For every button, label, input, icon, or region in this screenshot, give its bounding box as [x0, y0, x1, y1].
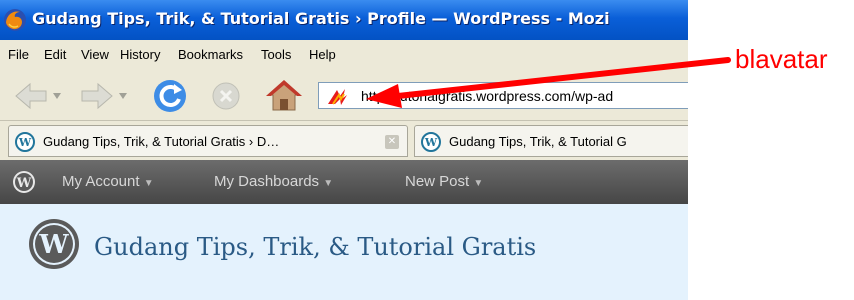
- blog-title[interactable]: Gudang Tips, Trik, & Tutorial Gratis: [94, 233, 536, 261]
- tab-profile[interactable]: W Gudang Tips, Trik, & Tutorial G: [414, 125, 688, 157]
- wordpress-icon: W: [421, 132, 441, 152]
- address-bar[interactable]: http://tutorialgratis.wordpress.com/wp-a…: [318, 82, 688, 109]
- my-dashboards-menu[interactable]: My Dashboards ▼: [214, 173, 333, 190]
- title-bar: Gudang Tips, Trik, & Tutorial Gratis › P…: [0, 0, 688, 40]
- browser-window: Gudang Tips, Trik, & Tutorial Gratis › P…: [0, 0, 688, 300]
- chevron-down-icon: ▼: [143, 178, 154, 189]
- menu-view[interactable]: View: [81, 47, 109, 62]
- my-account-menu[interactable]: My Account ▼: [62, 173, 154, 190]
- svg-text:W: W: [38, 230, 69, 260]
- navigation-toolbar: http://tutorialgratis.wordpress.com/wp-a…: [0, 70, 688, 120]
- menu-edit[interactable]: Edit: [44, 47, 66, 62]
- menu-tools[interactable]: Tools: [261, 47, 291, 62]
- back-dropdown-icon[interactable]: [52, 92, 62, 100]
- window-title: Gudang Tips, Trik, & Tutorial Gratis › P…: [32, 9, 610, 28]
- home-icon[interactable]: [265, 78, 303, 112]
- tab-close-icon[interactable]: ✕: [385, 135, 399, 149]
- wordpress-logo-icon: W: [29, 219, 79, 269]
- blavatar-icon: [328, 89, 347, 105]
- wp-admin-bar: W My Account ▼ My Dashboards ▼ New Post …: [0, 160, 688, 204]
- menu-help[interactable]: Help: [309, 47, 336, 62]
- menu-bar: File Edit View History Bookmarks Tools H…: [0, 40, 688, 70]
- menu-file[interactable]: File: [8, 47, 29, 62]
- back-arrow-icon[interactable]: [14, 82, 48, 110]
- reload-icon[interactable]: [152, 78, 188, 114]
- new-post-menu[interactable]: New Post ▼: [405, 173, 483, 190]
- svg-text:W: W: [18, 136, 32, 149]
- svg-text:W: W: [16, 176, 32, 191]
- tab-label: Gudang Tips, Trik, & Tutorial Gratis › D…: [43, 134, 280, 149]
- forward-dropdown-icon[interactable]: [118, 92, 128, 100]
- stop-icon[interactable]: [211, 81, 241, 111]
- tab-dashboard[interactable]: W Gudang Tips, Trik, & Tutorial Gratis ›…: [8, 125, 408, 157]
- wordpress-icon: W: [15, 132, 35, 152]
- chevron-down-icon: ▼: [473, 178, 484, 189]
- svg-text:W: W: [424, 136, 438, 149]
- my-account-label: My Account: [62, 173, 140, 190]
- my-dashboards-label: My Dashboards: [214, 173, 320, 190]
- wordpress-logo-icon[interactable]: W: [12, 170, 36, 194]
- menu-history[interactable]: History: [120, 47, 160, 62]
- chevron-down-icon: ▼: [323, 178, 334, 189]
- menu-bookmarks[interactable]: Bookmarks: [178, 47, 243, 62]
- tab-label: Gudang Tips, Trik, & Tutorial G: [449, 134, 627, 149]
- blog-header: W Gudang Tips, Trik, & Tutorial Gratis: [0, 204, 688, 300]
- firefox-logo-icon: [4, 9, 26, 31]
- forward-arrow-icon[interactable]: [80, 82, 114, 110]
- new-post-label: New Post: [405, 173, 470, 190]
- annotation-label: blavatar: [735, 44, 828, 74]
- url-text[interactable]: http://tutorialgratis.wordpress.com/wp-a…: [361, 88, 613, 104]
- tab-bar: W Gudang Tips, Trik, & Tutorial Gratis ›…: [0, 120, 688, 160]
